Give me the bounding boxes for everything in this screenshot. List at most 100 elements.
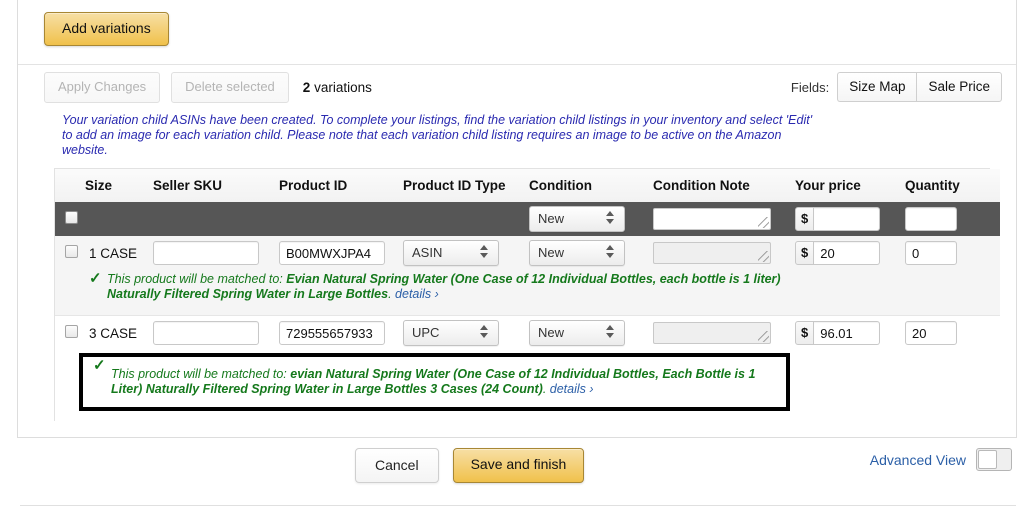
row-quantity-cell — [905, 236, 1000, 271]
details-link[interactable]: details › — [395, 287, 439, 301]
header-product-id-type: Product ID Type — [403, 169, 529, 203]
variations-count-suffix: variations — [310, 79, 372, 95]
table-header-row: Size Seller SKU Product ID Product ID Ty… — [55, 169, 1000, 203]
add-variations-button[interactable]: Add variations — [44, 12, 169, 47]
match-message: ✓ This product will be matched to: Evian … — [79, 270, 790, 305]
bulk-condition-note-textarea[interactable] — [653, 208, 771, 231]
match-message-container: ✓ This product will be matched to: Evian … — [79, 270, 790, 305]
currency-symbol: $ — [795, 321, 815, 346]
row-condition-cell: New — [529, 236, 653, 271]
match-cell: ✓ This product will be matched to: evian … — [55, 350, 1000, 422]
bulk-price-input[interactable] — [814, 207, 881, 232]
match-row: ✓ This product will be matched to: Evian … — [55, 270, 1000, 316]
bulk-condition-value: New — [538, 211, 565, 227]
row-sku-cell — [153, 236, 279, 271]
row-price-cell: $ — [795, 236, 905, 271]
row-condition-note-cell — [653, 315, 795, 351]
bulk-size-cell — [85, 202, 153, 237]
resize-grip-icon[interactable] — [758, 251, 769, 262]
bulk-quantity-input[interactable] — [905, 207, 957, 232]
cancel-button[interactable]: Cancel — [355, 448, 439, 483]
header-condition: Condition — [529, 169, 653, 203]
check-icon: ✓ — [89, 270, 102, 288]
bulk-price-cell: $ — [795, 202, 905, 237]
row-select-cell — [55, 236, 85, 271]
match-prefix: This product will be matched to: — [111, 367, 291, 382]
seller-sku-input[interactable] — [153, 241, 259, 266]
details-link[interactable]: details › — [550, 382, 594, 396]
bulk-edit-row: New $ — [55, 202, 1000, 237]
condition-value: New — [538, 245, 565, 261]
row-product-id-type-cell: ASIN — [403, 236, 529, 271]
resize-grip-icon[interactable] — [758, 331, 769, 342]
resize-grip-icon[interactable] — [758, 217, 769, 228]
product-id-type-value: UPC — [412, 325, 440, 341]
apply-changes-button[interactable]: Apply Changes — [44, 71, 161, 104]
variations-table: Size Seller SKU Product ID Product ID Ty… — [55, 169, 1000, 422]
product-id-type-select[interactable]: ASIN — [403, 240, 499, 267]
toggle-knob — [978, 450, 997, 469]
row-checkbox[interactable] — [65, 245, 78, 259]
bulk-quantity-cell — [905, 202, 1000, 237]
fields-toggle-group: Fields: Size Map Sale Price — [790, 72, 1002, 103]
seller-sku-input[interactable] — [153, 321, 259, 346]
advanced-view-control: Advanced View — [870, 448, 1012, 471]
variations-count: 2 variations — [303, 80, 372, 95]
row-price-cell: $ — [795, 315, 905, 351]
row-condition-cell: New — [529, 315, 653, 351]
match-message-highlight-box: ✓ This product will be matched to: evian … — [79, 353, 790, 412]
delete-selected-button[interactable]: Delete selected — [171, 71, 289, 104]
bulk-product-id-cell — [279, 202, 403, 237]
footer-divider — [20, 505, 1016, 506]
price-input[interactable] — [814, 241, 881, 266]
variations-table-wrapper: Size Seller SKU Product ID Product ID Ty… — [54, 168, 1000, 422]
match-message: ✓ This product will be matched to: evian … — [83, 357, 786, 407]
table-row: 1 CASE ASIN New — [55, 236, 1000, 271]
match-row: ✓ This product will be matched to: evian … — [55, 350, 1000, 422]
row-select-cell — [55, 315, 85, 351]
size-map-field-button[interactable]: Size Map — [837, 72, 917, 103]
fields-label: Fields: — [790, 79, 830, 95]
bulk-condition-note-cell — [653, 202, 795, 237]
stepper-arrows-icon — [606, 245, 615, 263]
row-size: 1 CASE — [85, 236, 153, 271]
stepper-arrows-icon — [480, 325, 489, 343]
bulk-condition-cell: New — [529, 202, 653, 237]
bulk-sku-cell — [153, 202, 279, 237]
condition-value: New — [538, 325, 565, 341]
match-suffix: . — [388, 287, 392, 302]
product-id-type-select[interactable]: UPC — [403, 320, 499, 347]
header-size: Size — [85, 169, 153, 203]
row-sku-cell — [153, 315, 279, 351]
condition-note-textarea[interactable] — [653, 322, 771, 345]
header-quantity: Quantity — [905, 169, 1000, 203]
bulk-select-all-cell — [55, 202, 85, 237]
select-all-checkbox[interactable] — [65, 211, 78, 225]
match-suffix: . — [542, 382, 547, 397]
header-condition-note: Condition Note — [653, 169, 795, 203]
condition-note-textarea[interactable] — [653, 242, 771, 265]
stepper-arrows-icon — [606, 211, 615, 229]
condition-select[interactable]: New — [529, 240, 625, 267]
condition-select[interactable]: New — [529, 320, 625, 347]
stepper-arrows-icon — [480, 245, 489, 263]
save-and-finish-button[interactable]: Save and finish — [452, 448, 585, 483]
row-checkbox[interactable] — [65, 325, 78, 339]
row-condition-note-cell — [653, 236, 795, 271]
quantity-input[interactable] — [905, 321, 957, 346]
header-your-price: Your price — [795, 169, 905, 203]
row-product-id-cell — [279, 315, 403, 351]
advanced-view-toggle[interactable] — [976, 448, 1012, 471]
header-product-id: Product ID — [279, 169, 403, 203]
bulk-condition-select[interactable]: New — [529, 206, 625, 233]
product-id-input[interactable] — [279, 321, 385, 346]
stepper-arrows-icon — [606, 325, 615, 343]
variations-toolbar: Apply Changes Delete selected 2 variatio… — [18, 65, 1016, 109]
price-input[interactable] — [814, 321, 881, 346]
sale-price-field-button[interactable]: Sale Price — [916, 72, 1002, 103]
product-id-input[interactable] — [279, 241, 385, 266]
header-seller-sku: Seller SKU — [153, 169, 279, 203]
advanced-view-label[interactable]: Advanced View — [870, 452, 966, 468]
variation-created-notice: Your variation child ASINs have been cre… — [62, 113, 813, 158]
quantity-input[interactable] — [905, 241, 957, 266]
